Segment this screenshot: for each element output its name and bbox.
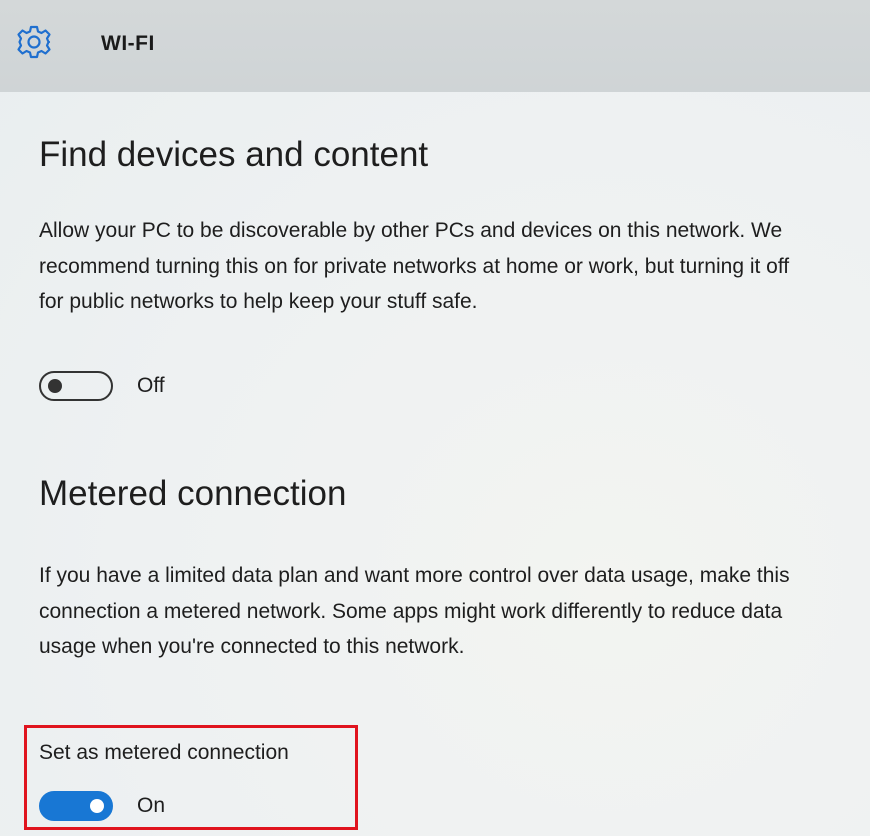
find-devices-heading: Find devices and content — [39, 135, 429, 174]
settings-page: WI-FI Find devices and content Allow you… — [0, 0, 870, 836]
metered-connection-heading: Metered connection — [39, 474, 347, 513]
find-devices-description: Allow your PC to be discoverable by othe… — [39, 219, 790, 313]
metered-connection-toggle[interactable] — [39, 791, 113, 821]
find-devices-toggle-state: Off — [137, 374, 165, 397]
gear-icon[interactable] — [16, 24, 52, 60]
metered-toggle-row: On — [39, 790, 165, 822]
find-devices-toggle-row: Off — [39, 370, 165, 402]
title-bar: WI-FI — [0, 0, 870, 92]
metered-toggle-state: On — [137, 794, 166, 817]
metered-connection-description: If you have a limited data plan and want… — [39, 564, 790, 658]
toggle-knob — [90, 799, 104, 813]
page-title: WI-FI — [101, 32, 155, 55]
toggle-knob — [48, 379, 62, 393]
metered-setting-label: Set as metered connection — [39, 741, 289, 764]
find-devices-toggle[interactable] — [39, 371, 113, 401]
